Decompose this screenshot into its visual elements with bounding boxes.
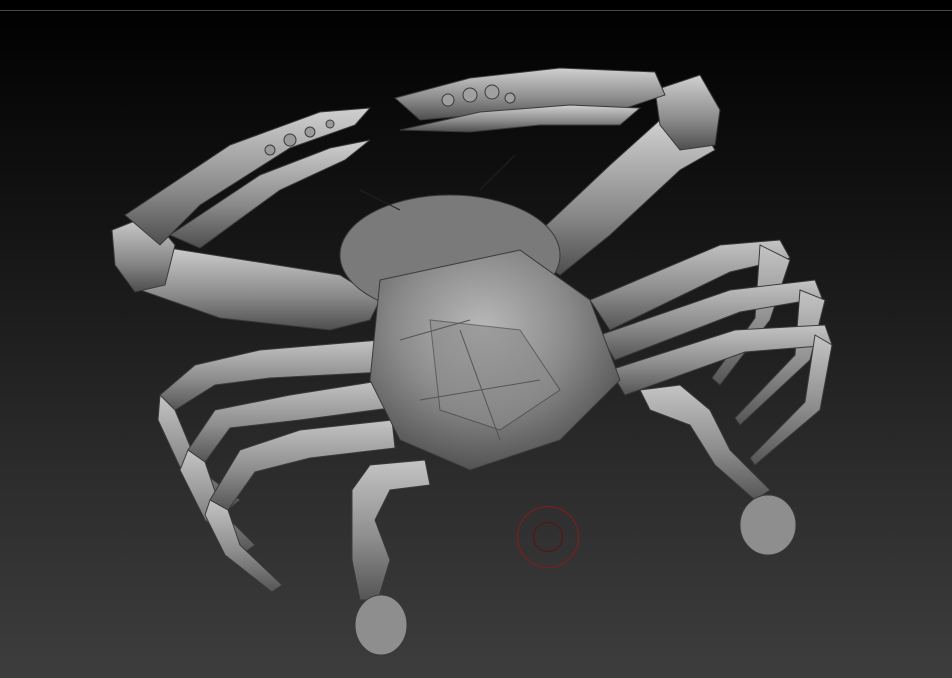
brush-cursor-inner-ring (533, 522, 563, 552)
brush-cursor-icon (517, 506, 579, 568)
crab-model[interactable] (0, 0, 952, 678)
left-claw (111, 107, 381, 331)
sculpt-viewport[interactable] (0, 0, 952, 678)
